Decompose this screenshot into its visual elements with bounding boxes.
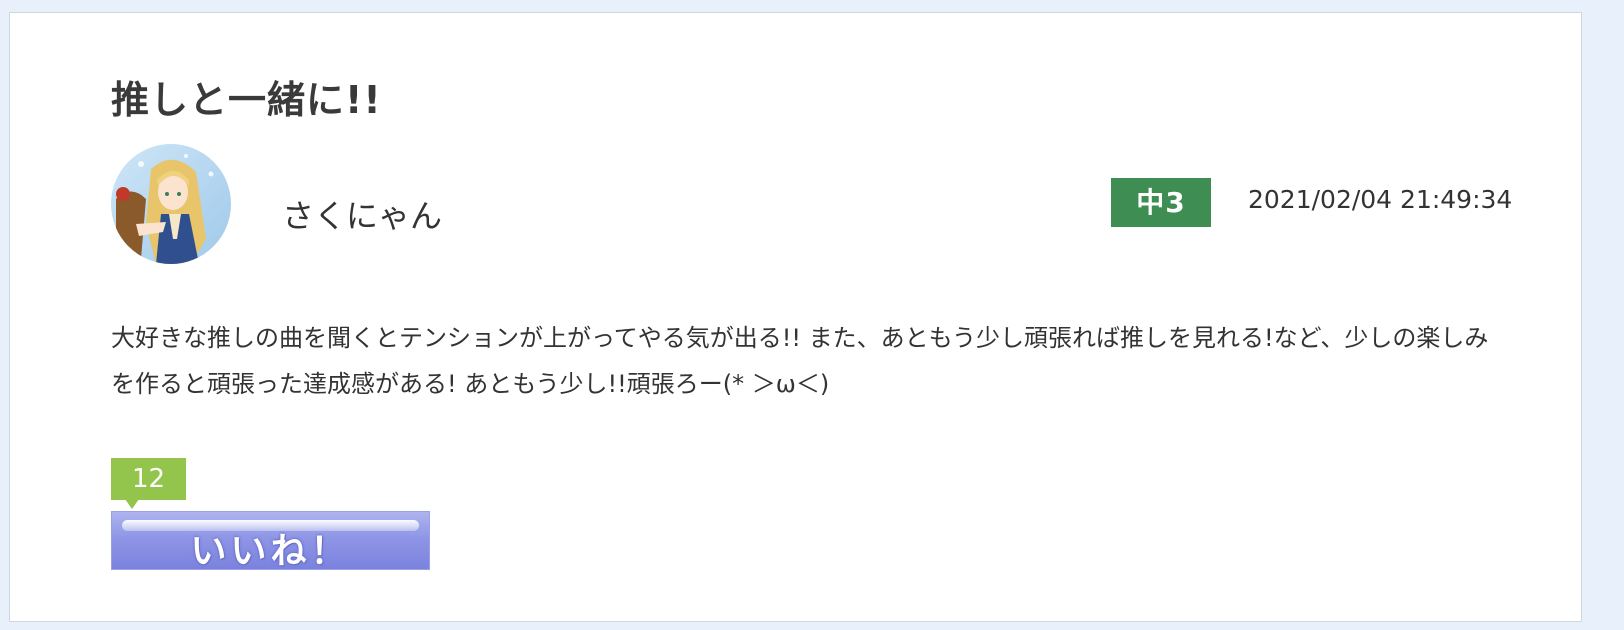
like-count-badge: 12: [111, 458, 186, 509]
post-body: 大好きな推しの曲を聞くとテンションが上がってやる気が出る!! また、あともう少し…: [111, 324, 1489, 398]
like-count-pointer: [125, 499, 139, 509]
avatar[interactable]: [111, 144, 231, 264]
grade-badge: 中3: [1111, 178, 1211, 227]
author-name[interactable]: さくにゃん: [282, 191, 442, 237]
like-button[interactable]: いいね！: [111, 511, 430, 570]
post-card: 推しと一緒に!! さくにゃん 中3 2021/02/04 21:49:34 大好…: [9, 12, 1582, 622]
like-count: 12: [131, 464, 166, 494]
post-title: 推しと一緒に!!: [111, 78, 382, 122]
like-button-label: いいね！: [190, 531, 351, 570]
anime-girl-avatar-icon: [111, 144, 231, 264]
post-timestamp: 2021/02/04 21:49:34: [1248, 185, 1513, 214]
